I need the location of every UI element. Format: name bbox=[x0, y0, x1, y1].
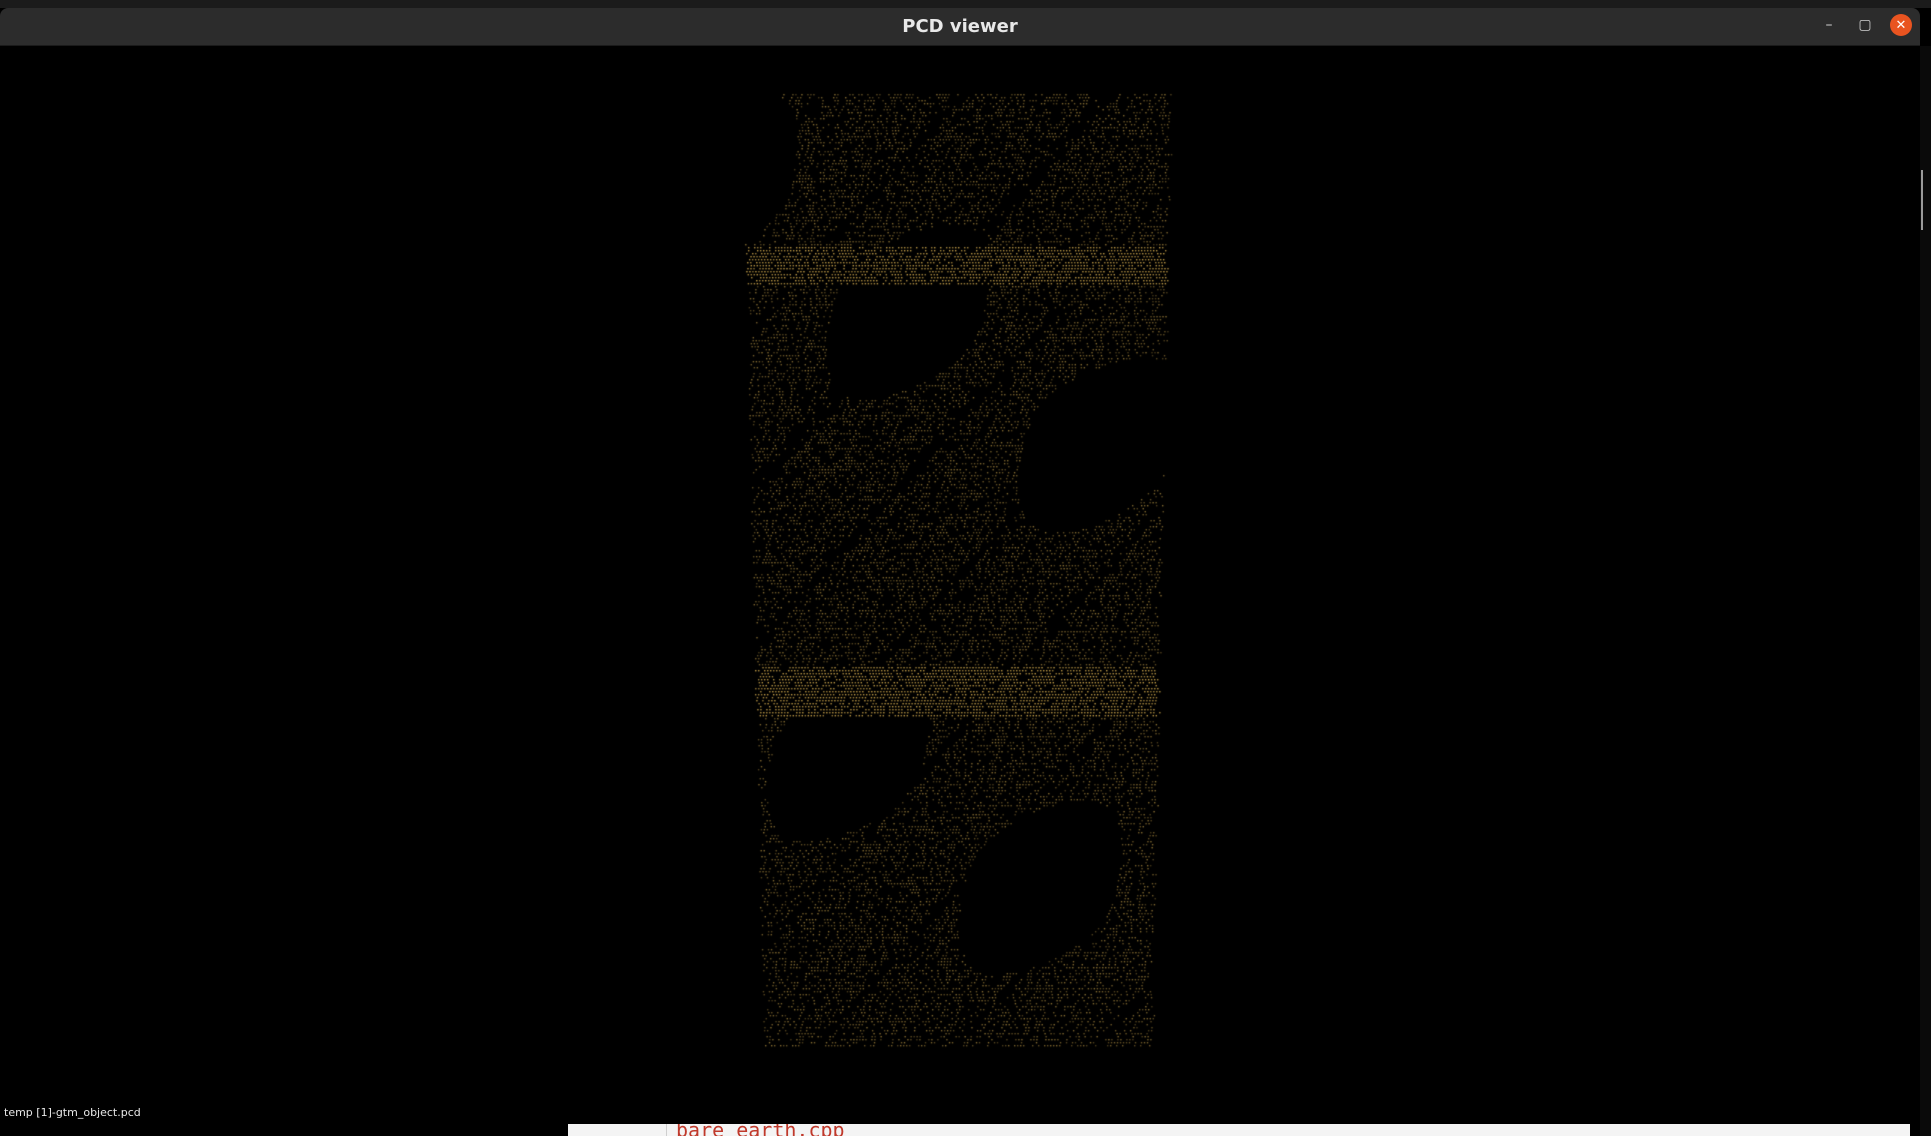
status-filename: temp [1]-gtm_object.pcd bbox=[4, 1106, 141, 1119]
maximize-button[interactable]: ▢ bbox=[1854, 14, 1876, 36]
minimize-button[interactable]: – bbox=[1818, 14, 1840, 36]
desktop-top-strip bbox=[0, 0, 1931, 8]
window-titlebar[interactable]: PCD viewer – ▢ ✕ bbox=[0, 8, 1920, 46]
editor-indent-guide bbox=[666, 1124, 667, 1136]
close-button[interactable]: ✕ bbox=[1890, 14, 1912, 36]
point-cloud-viewport[interactable] bbox=[0, 46, 1920, 1124]
point-cloud-canvas[interactable] bbox=[0, 46, 1920, 1124]
editor-peek-text: bare_earth.cpp bbox=[676, 1124, 845, 1136]
background-editor-peek[interactable]: bare_earth.cpp bbox=[568, 1124, 1910, 1136]
window-title: PCD viewer bbox=[902, 16, 1018, 37]
scrollbar-thumb[interactable] bbox=[1921, 170, 1923, 230]
window-controls: – ▢ ✕ bbox=[1818, 14, 1912, 36]
